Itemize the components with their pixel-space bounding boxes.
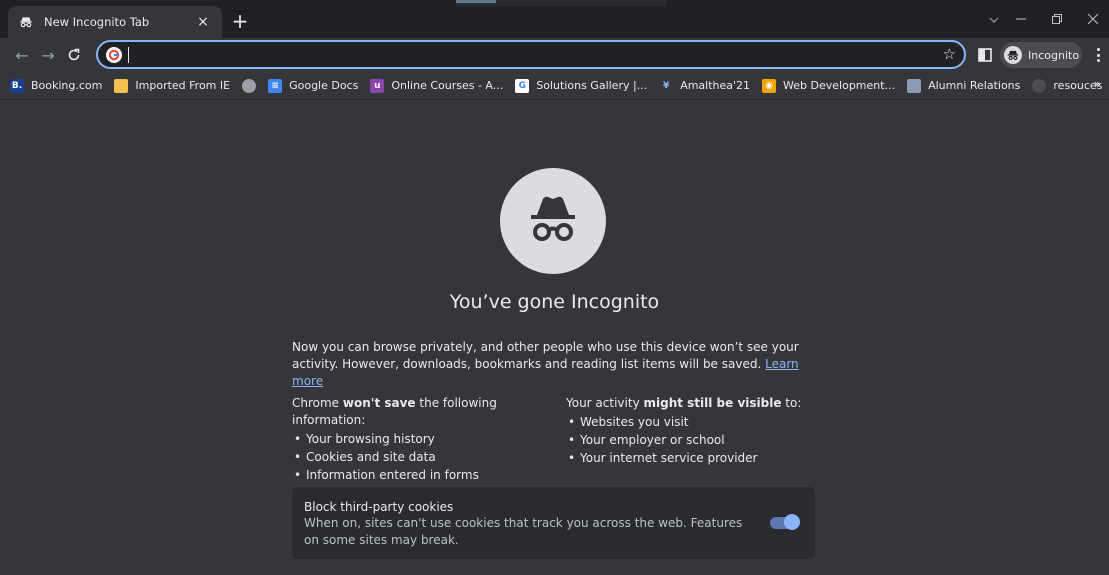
bookmark-star-icon[interactable]: ☆ xyxy=(943,45,956,63)
intro-text: Now you can browse privately, and other … xyxy=(292,339,822,390)
browser-toolbar: ← → ☆ Incognito xyxy=(0,38,1109,72)
bookmark-docs[interactable]: ≡ Google Docs xyxy=(268,75,358,97)
wont-save-heading: Chrome won't save the following informat… xyxy=(292,396,497,427)
tab-strip-accent xyxy=(456,0,666,6)
incognito-page: You’ve gone Incognito Now you can browse… xyxy=(0,101,1109,575)
third-party-cookies-card: Block third-party cookies When on, sites… xyxy=(292,487,815,559)
docs-icon: ≡ xyxy=(268,78,283,93)
bookmark-webdev[interactable]: ◉ Web Development... xyxy=(762,75,895,97)
list-item: Cookies and site data xyxy=(292,448,562,466)
wont-save-section: Chrome won't save the following informat… xyxy=(292,395,562,484)
incognito-avatar-icon xyxy=(1004,46,1022,64)
cookie-title: Block third-party cookies xyxy=(304,500,454,514)
reload-button[interactable] xyxy=(62,43,86,67)
incognito-icon xyxy=(18,14,34,30)
cookie-description: When on, sites can't use cookies that tr… xyxy=(304,516,743,547)
list-item: Information entered in forms xyxy=(292,466,562,484)
tab-close-icon[interactable]: × xyxy=(194,14,212,30)
tab-title: New Incognito Tab xyxy=(44,15,150,29)
folder-icon xyxy=(114,78,129,93)
page-title: You’ve gone Incognito xyxy=(449,291,660,313)
bookmark-label: Imported From IE xyxy=(135,79,231,92)
intro-body: Now you can browse privately, and other … xyxy=(292,340,799,371)
bookmark-label: Online Courses - A... xyxy=(391,79,504,92)
tab-strip: New Incognito Tab × + xyxy=(0,0,1109,38)
bookmark-github[interactable]: resouces xyxy=(1032,75,1102,97)
bookmarks-overflow-icon[interactable]: » xyxy=(1094,77,1101,91)
block-cookies-toggle[interactable] xyxy=(770,514,800,530)
bookmarks-bar: B. Booking.com Imported From IE ≡ Google… xyxy=(0,72,1109,100)
google-icon xyxy=(106,46,122,63)
bookmark-amalthea[interactable]: ¥ Amalthea'21 xyxy=(659,75,750,97)
bookmark-booking[interactable]: B. Booking.com xyxy=(10,75,102,97)
new-tab-button[interactable]: + xyxy=(228,9,252,33)
bookmark-label: Booking.com xyxy=(31,79,103,92)
close-window-button[interactable] xyxy=(1078,6,1108,32)
minimize-button[interactable] xyxy=(1006,6,1036,32)
bookmark-label: Amalthea'21 xyxy=(680,79,751,92)
tab-search-icon[interactable] xyxy=(984,10,1004,30)
bookmark-courses[interactable]: u Online Courses - A... xyxy=(370,75,503,97)
forward-button[interactable]: → xyxy=(36,43,60,67)
bookmark-label: Google Docs xyxy=(289,79,359,92)
profile-label: Incognito xyxy=(1028,48,1080,62)
google-icon: G xyxy=(515,78,530,93)
profile-button[interactable]: Incognito xyxy=(1000,42,1082,68)
bookmark-folder[interactable]: Imported From IE xyxy=(114,75,230,97)
list-item: Websites you visit xyxy=(566,413,816,431)
visible-to-section: Your activity might still be visible to:… xyxy=(566,395,816,467)
booking-icon: B. xyxy=(10,78,24,93)
webdev-icon: ◉ xyxy=(762,78,777,93)
back-button[interactable]: ← xyxy=(10,43,34,67)
restore-button[interactable] xyxy=(1042,6,1072,32)
visible-to-heading: Your activity might still be visible to: xyxy=(566,396,802,410)
courses-icon: u xyxy=(370,78,385,93)
github-icon xyxy=(1032,78,1047,93)
toggle-knob xyxy=(784,514,800,530)
tab-new-incognito[interactable]: New Incognito Tab × xyxy=(8,6,222,38)
bookmark-globe[interactable] xyxy=(242,75,257,97)
amalthea-icon: ¥ xyxy=(659,78,674,93)
more-menu-icon[interactable] xyxy=(1092,46,1104,64)
list-item: Your browsing history xyxy=(292,430,562,448)
text-caret xyxy=(128,46,129,63)
address-bar[interactable]: ☆ xyxy=(96,40,966,69)
bookmark-label: Web Development... xyxy=(783,79,896,92)
list-item: Your internet service provider xyxy=(566,449,816,467)
incognito-hero-icon xyxy=(500,168,606,274)
globe-icon xyxy=(242,78,257,93)
bookmark-label: Alumni Relations xyxy=(928,79,1021,92)
side-panel-icon[interactable] xyxy=(978,47,992,62)
alumni-icon xyxy=(907,78,922,93)
bookmark-label: Solutions Gallery |... xyxy=(536,79,648,92)
bookmark-google[interactable]: G Solutions Gallery |... xyxy=(515,75,647,97)
list-item: Your employer or school xyxy=(566,431,816,449)
bookmark-alumni[interactable]: Alumni Relations xyxy=(907,75,1020,97)
